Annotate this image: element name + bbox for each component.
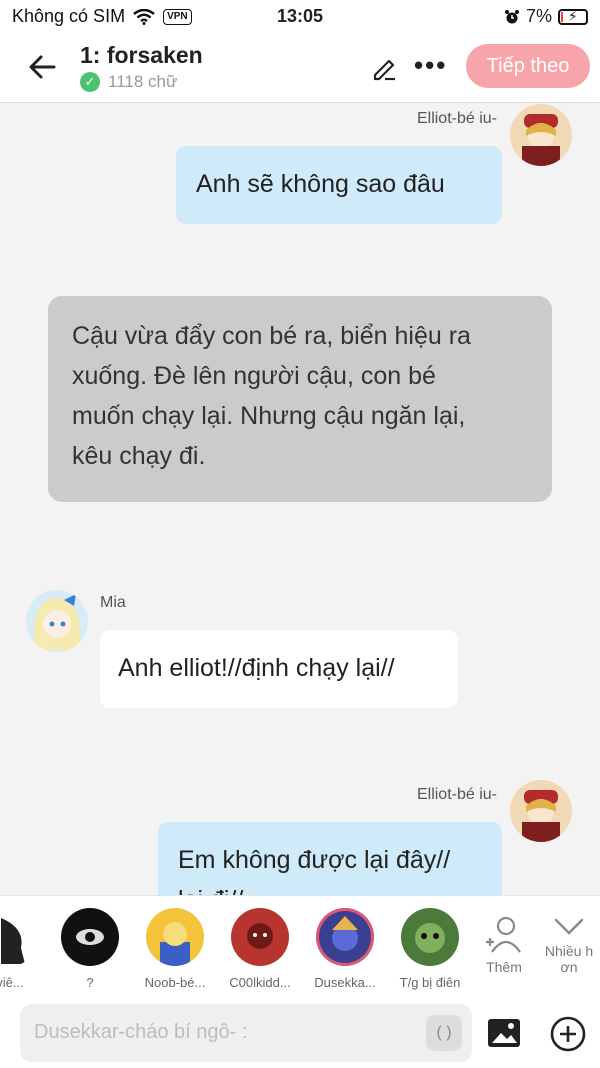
sender-name: Elliot-bé iu- xyxy=(416,110,497,127)
narration-line: xuống. Đè lên người cậu, con bé xyxy=(72,362,436,390)
check-circle-icon: ✓ xyxy=(80,72,100,92)
character-label: viê... xyxy=(0,975,24,990)
message-bubble: Anh sẽ không sao đâu xyxy=(176,146,502,224)
add-circle-icon[interactable] xyxy=(550,1016,586,1052)
back-arrow-icon[interactable] xyxy=(26,50,60,84)
character-avatar xyxy=(146,908,204,966)
character-label: C00lkidd... xyxy=(229,975,291,990)
narration-line: Cậu vừa đẩy con bé ra, biển hiệu ra xyxy=(72,322,471,350)
chevron-down-icon xyxy=(554,918,584,935)
battery-percent: 7% xyxy=(525,6,552,26)
composer-panel: viê... ? Noob-bé... C00lkidd... Dusekka.… xyxy=(0,895,600,1068)
character-avatar xyxy=(61,908,119,966)
sender-name: Elliot-bé iu- xyxy=(416,786,497,803)
status-right: 7% ⚡ xyxy=(504,6,588,27)
character-label: T/g bị điên xyxy=(399,975,461,990)
next-button[interactable]: Tiếp theo xyxy=(466,44,590,88)
narration-line: muốn chạy lại. Nhưng cậu ngăn lại, xyxy=(72,402,466,430)
parenthesis-button[interactable]: ( ) xyxy=(426,1015,462,1051)
character-label: ? xyxy=(86,975,94,990)
message-input[interactable]: Dusekkar-cháo bí ngô- : ( ) xyxy=(20,1004,472,1062)
avatar-elliot[interactable] xyxy=(510,780,572,842)
avatar-elliot[interactable] xyxy=(510,104,572,166)
add-character-button[interactable]: Thêm xyxy=(476,914,532,975)
battery-fill xyxy=(561,11,563,22)
character-avatar xyxy=(316,908,374,966)
character-item[interactable]: C00lkidd... xyxy=(220,908,300,990)
character-item[interactable]: T/g bị điên xyxy=(390,908,470,990)
chapter-header: 1: forsaken ✓ 1118 chữ ••• Tiếp theo xyxy=(0,34,600,103)
battery-icon: ⚡ xyxy=(558,7,588,25)
add-label: Thêm xyxy=(486,959,522,975)
message-bubble: Anh elliot!//định chạy lại// xyxy=(100,630,458,708)
add-person-icon xyxy=(486,916,521,953)
message-text: Em không được lại đây// xyxy=(178,846,451,874)
sender-name: Mia xyxy=(100,594,126,611)
character-avatar xyxy=(231,908,289,966)
status-bar: Không có SIM VPN 13:05 7% ⚡ xyxy=(0,0,600,34)
pencil-icon[interactable] xyxy=(370,54,398,82)
character-label: Dusekka... xyxy=(314,975,376,990)
character-item[interactable]: ? xyxy=(50,908,130,990)
chapter-title: 1: forsaken xyxy=(80,42,203,68)
charging-bolt-icon: ⚡ xyxy=(568,7,578,24)
input-placeholder: Dusekkar-cháo bí ngô- : xyxy=(34,1021,248,1043)
character-label: Noob-bé... xyxy=(144,975,206,990)
avatar-mia[interactable] xyxy=(26,590,88,652)
narration-bubble: Cậu vừa đẩy con bé ra, biển hiệu ra xuốn… xyxy=(48,296,552,502)
more-options-icon[interactable]: ••• xyxy=(414,50,447,81)
word-count-label: 1118 chữ xyxy=(108,72,178,91)
character-item[interactable]: Dusekka... xyxy=(305,908,385,990)
image-icon[interactable] xyxy=(486,1016,522,1050)
character-avatar xyxy=(0,908,39,966)
narration-line: kêu chạy đi. xyxy=(72,442,206,470)
character-item[interactable]: viê... xyxy=(0,908,50,990)
alarm-icon xyxy=(504,9,519,23)
character-item[interactable]: Noob-bé... xyxy=(135,908,215,990)
more-label-2: ơn xyxy=(560,959,578,975)
word-count: ✓ 1118 chữ xyxy=(80,72,177,92)
more-characters-button[interactable]: Nhiều h ơn xyxy=(538,914,600,975)
more-label: Nhiều h xyxy=(544,943,594,959)
character-avatar xyxy=(401,908,459,966)
